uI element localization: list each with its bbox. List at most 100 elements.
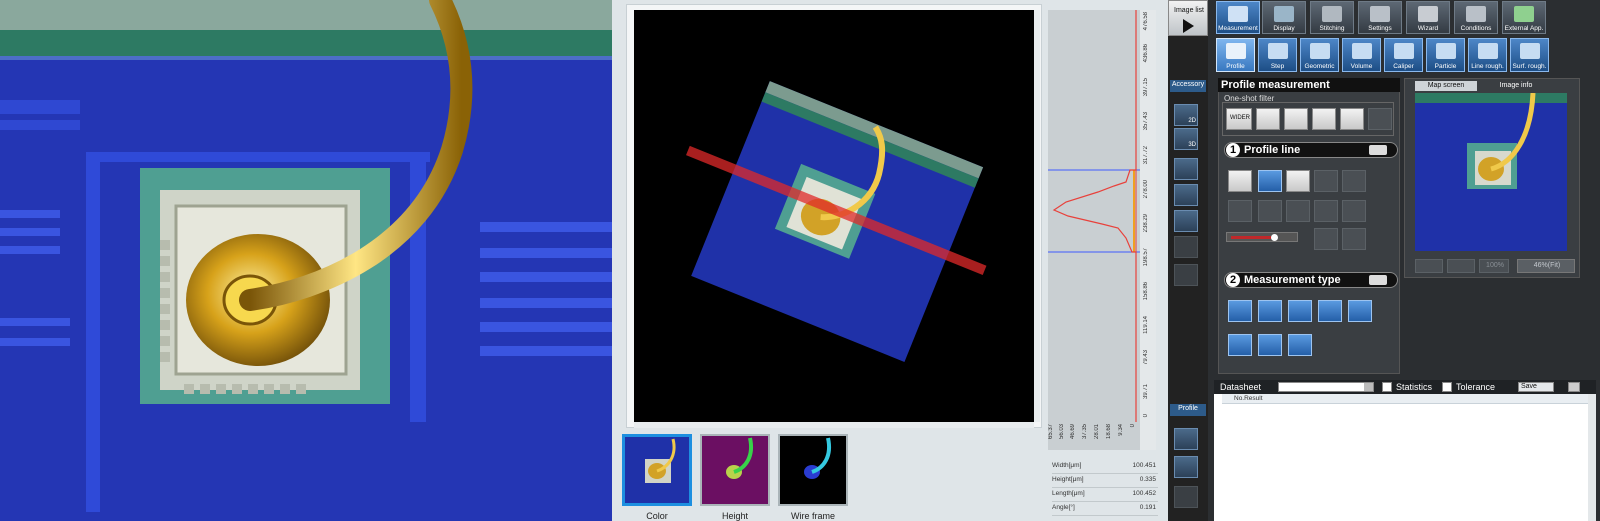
thumbnail-height[interactable] [700, 434, 770, 506]
profile-tool-icon[interactable] [1174, 486, 1198, 508]
horizontal-line-tool[interactable] [1228, 170, 1252, 192]
vertical-line-tool[interactable] [1258, 170, 1282, 192]
tab-image-info[interactable]: Image info [1481, 81, 1551, 91]
measure-area-tool[interactable] [1258, 300, 1282, 322]
subtab-volume[interactable]: Volume [1342, 38, 1381, 72]
tab-wizard[interactable]: Wizard [1406, 1, 1450, 34]
parallel-lines-tool[interactable] [1314, 170, 1338, 192]
measure-point-tool[interactable] [1348, 300, 1372, 322]
filter-undo-button[interactable] [1368, 108, 1392, 130]
offset-line-tool[interactable] [1342, 200, 1366, 222]
accessory-tool-icon[interactable] [1174, 210, 1198, 232]
tab-measurement[interactable]: Measurement [1216, 1, 1260, 34]
measure-height-diff-tool[interactable] [1228, 300, 1252, 322]
measurement-type-label: Measurement type [1244, 274, 1341, 286]
datasheet-select[interactable] [1278, 382, 1374, 392]
tab-stitching[interactable]: Stitching [1310, 1, 1354, 34]
zoom-100-button[interactable]: 100% [1479, 259, 1509, 273]
map-thumbnail[interactable] [1415, 93, 1567, 251]
chevron-down-icon [1364, 383, 1373, 391]
collapse-icon[interactable] [1568, 382, 1580, 392]
view-2d-button[interactable]: 2D [1174, 104, 1198, 126]
accessory-header[interactable]: Accessory [1170, 80, 1206, 92]
free-line-tool[interactable] [1286, 170, 1310, 192]
measure-distance-tool[interactable] [1288, 334, 1312, 356]
readout-value: 100.452 [1132, 490, 1157, 497]
measurement-type-header[interactable]: 2 Measurement type [1224, 272, 1398, 288]
rotated-chip-view [686, 81, 987, 363]
profile-3d-icon[interactable] [1174, 456, 1198, 478]
datasheet-scrollbar[interactable] [1588, 394, 1596, 521]
save-button[interactable]: Save [1518, 382, 1554, 392]
profile-header[interactable]: Profile [1170, 404, 1206, 416]
subtab-particle[interactable]: Particle [1426, 38, 1465, 72]
expand-icon [1369, 275, 1387, 285]
accessory-tool-icon[interactable] [1174, 236, 1198, 258]
polyline-tool[interactable] [1314, 200, 1338, 222]
measure-circle-tool[interactable] [1288, 300, 1312, 322]
circle-line-tool[interactable] [1228, 200, 1252, 222]
accessory-tool-icon[interactable] [1174, 264, 1198, 286]
zoom-out-button[interactable] [1415, 259, 1443, 273]
tolerance-checkbox[interactable] [1442, 382, 1452, 392]
subtab-profile[interactable]: Profile [1216, 38, 1255, 72]
3d-view-canvas[interactable] [634, 10, 1034, 422]
measure-slope-tool[interactable] [1228, 334, 1252, 356]
profile-axis-tick: 119.14 [1143, 316, 1149, 334]
profile-axis-tick: 198.57 [1143, 248, 1149, 267]
subtab-surface-roughness[interactable]: Surf. rough. [1510, 38, 1549, 72]
filter-flat-button[interactable] [1312, 108, 1336, 130]
datasheet-panel: Datasheet Statistics Tolerance Save No.R… [1214, 380, 1596, 521]
tab-map-screen[interactable]: Map screen [1415, 81, 1477, 91]
arc-line-tool[interactable] [1258, 200, 1282, 222]
thumbnail-wireframe[interactable] [778, 434, 848, 506]
subtab-line-roughness[interactable]: Line rough. [1468, 38, 1507, 72]
statistics-checkbox[interactable] [1382, 382, 1392, 392]
subtab-caliper[interactable]: Caliper [1384, 38, 1423, 72]
filter-grid-button[interactable] [1340, 108, 1364, 130]
profile-axis: 476.58 436.86 397.15 357.43 317.72 278.0… [1141, 10, 1157, 422]
filter-peak-button[interactable] [1256, 108, 1280, 130]
step-number: 2 [1226, 273, 1240, 287]
subtab-label: Caliper [1393, 63, 1414, 70]
tab-display[interactable]: Display [1262, 1, 1306, 34]
line-width-slider[interactable] [1226, 232, 1298, 242]
canvas-horizontal-scrollbar[interactable] [634, 422, 1034, 428]
tab-label: Measurement [1218, 25, 1258, 32]
multi-line-tool[interactable] [1342, 170, 1366, 192]
profile-bottom-tick: 37.35 [1082, 424, 1088, 440]
view-3d-button[interactable]: 3D [1174, 128, 1198, 150]
profile-axis-tick: 317.72 [1143, 146, 1149, 165]
accessory-tool-icon[interactable] [1174, 158, 1198, 180]
readout-length: Length[μm] 100.452 [1052, 490, 1158, 502]
profile-line-header[interactable]: 1 Profile line [1224, 142, 1398, 158]
geometric-icon [1309, 43, 1330, 59]
zoom-in-button[interactable] [1447, 259, 1475, 273]
accessory-tool-icon[interactable] [1174, 184, 1198, 206]
subtab-geometric[interactable]: Geometric [1300, 38, 1339, 72]
tab-conditions[interactable]: Conditions [1454, 1, 1498, 34]
filter-wider-button[interactable]: WIDER [1226, 108, 1252, 130]
measure-step-tool[interactable] [1258, 334, 1282, 356]
subtab-step[interactable]: Step [1258, 38, 1297, 72]
angle-line-tool[interactable] [1286, 200, 1310, 222]
thumbnail-color[interactable] [622, 434, 692, 506]
remove-line-tool[interactable] [1342, 228, 1366, 250]
stitching-icon [1322, 6, 1342, 22]
tab-label: Settings [1368, 25, 1392, 32]
thumbnail-wireframe-image [804, 437, 831, 479]
add-line-tool[interactable] [1314, 228, 1338, 250]
filter-slope-button[interactable] [1284, 108, 1308, 130]
tab-external-app[interactable]: External App. [1502, 1, 1546, 34]
tab-settings[interactable]: Settings [1358, 1, 1402, 34]
image-list-button[interactable]: Image list [1168, 0, 1208, 36]
line-width-handle[interactable] [1271, 234, 1278, 241]
tab-label: Conditions [1460, 25, 1492, 32]
canvas-vertical-scrollbar[interactable] [1034, 10, 1040, 422]
profile-color-icon[interactable] [1174, 428, 1198, 450]
subtab-label: Geometric [1304, 63, 1335, 70]
measure-angle-tool[interactable] [1318, 300, 1342, 322]
zoom-fit-field[interactable]: 46%(Fit) [1517, 259, 1575, 273]
profile-axis-tick: 0 [1143, 414, 1149, 418]
profile-bottom-axis: 65.37 56.03 46.69 37.35 28.01 18.68 9.34… [1048, 422, 1140, 450]
